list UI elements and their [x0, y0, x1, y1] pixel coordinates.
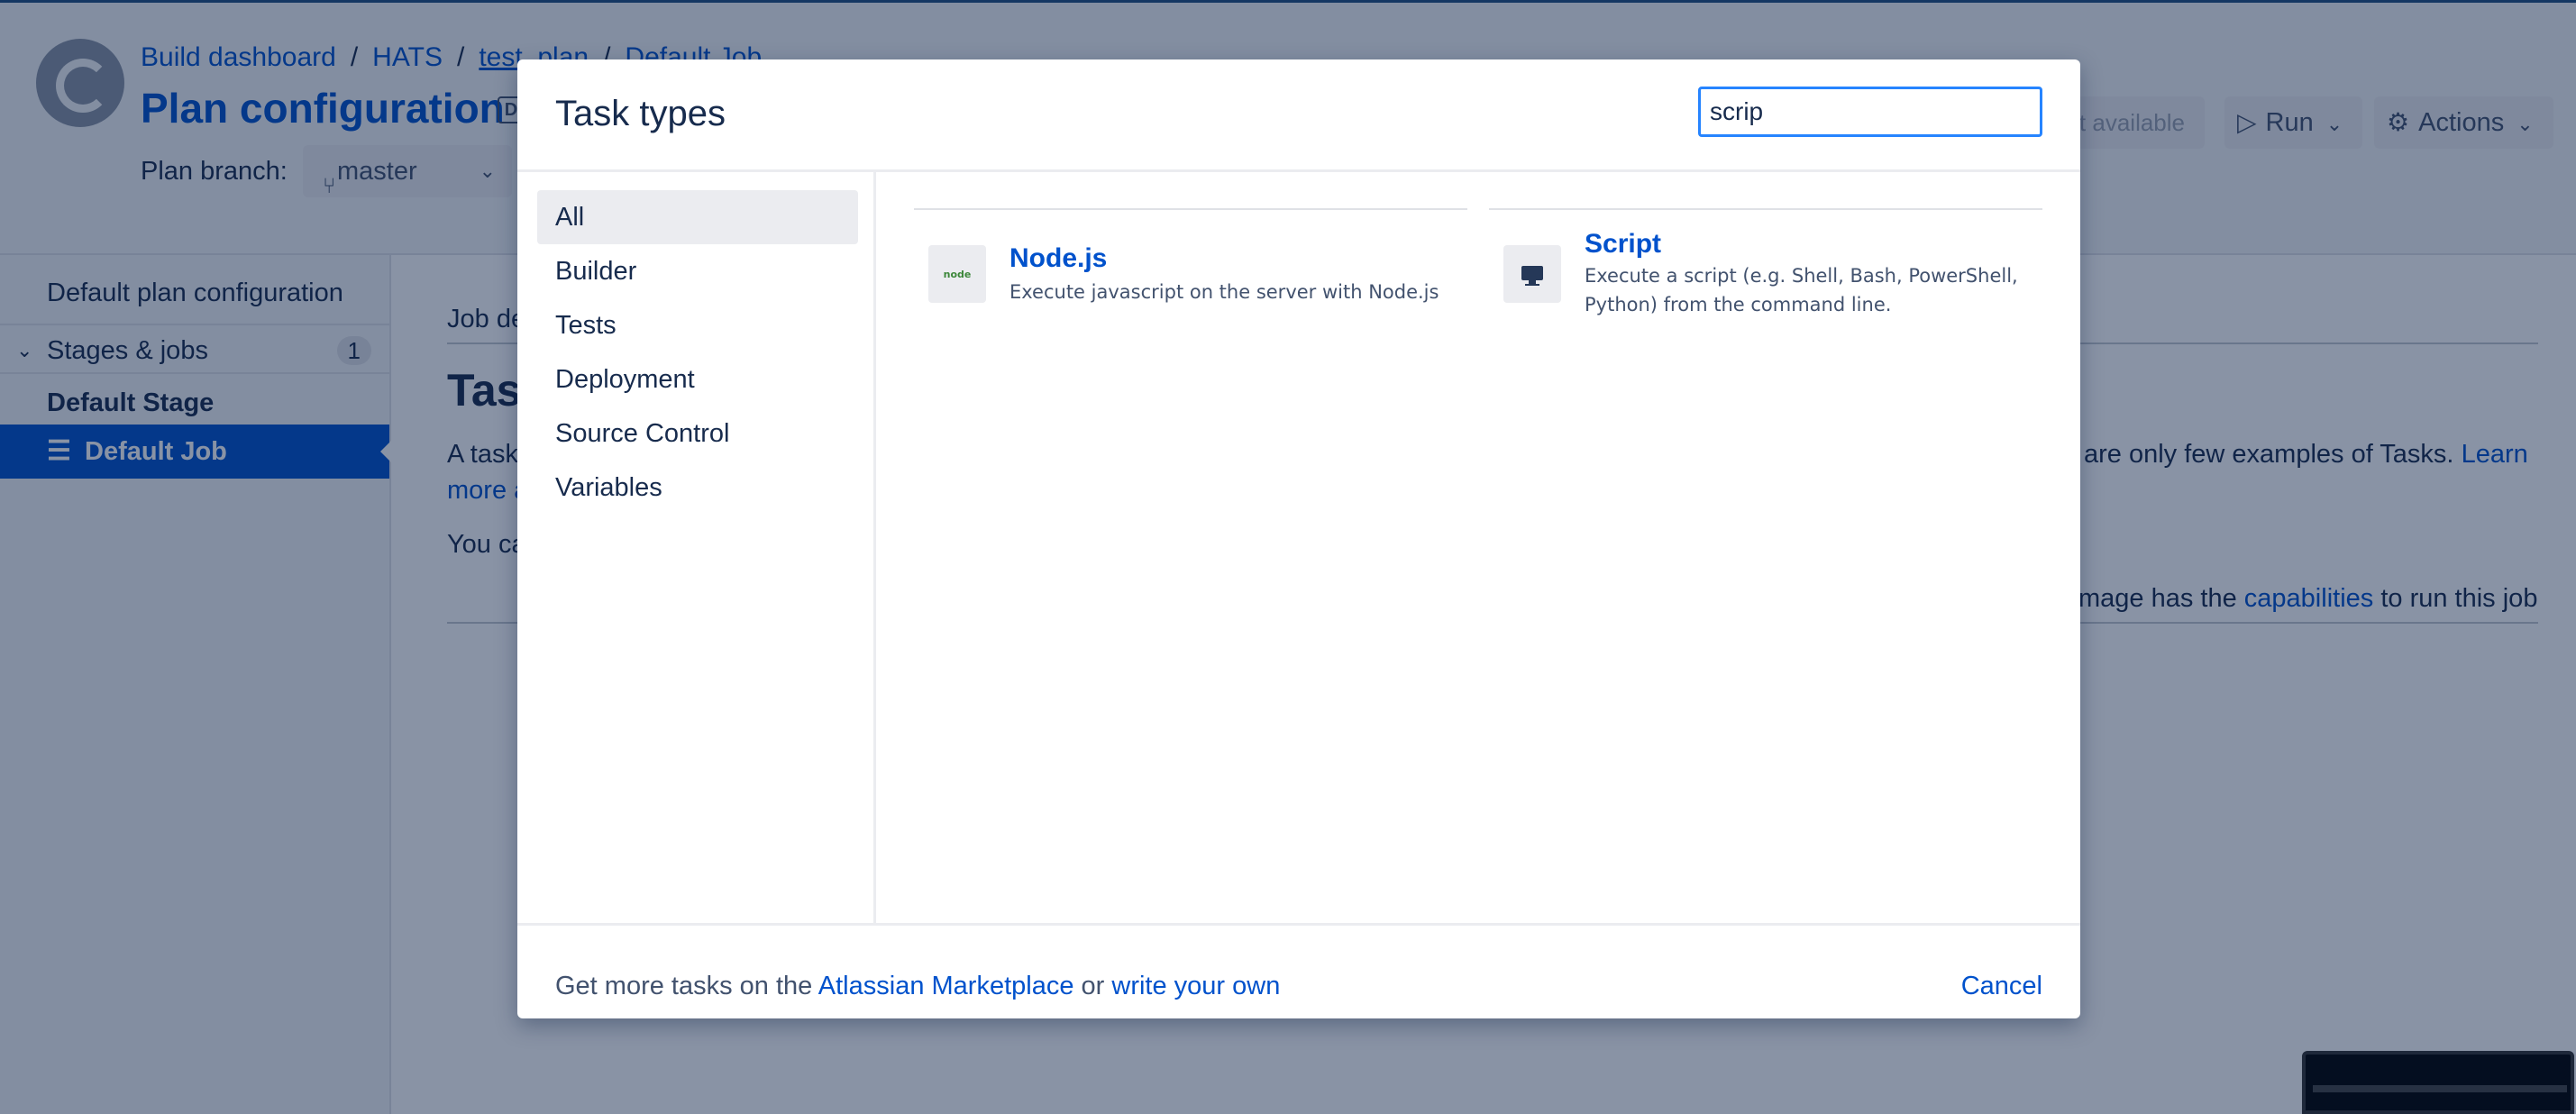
category-builder[interactable]: Builder	[537, 244, 858, 298]
column-divider-right	[1489, 208, 2042, 210]
dialog-title: Task types	[555, 94, 726, 133]
task-name-nodejs[interactable]: Node.js	[1009, 243, 1107, 274]
nodejs-logo-icon: node	[928, 245, 986, 303]
task-desc-script-line2: Python) from the command line.	[1585, 294, 1892, 315]
task-card-nodejs[interactable]: node Node.js Execute javascript on the s…	[928, 243, 1469, 317]
column-divider-left	[914, 208, 1467, 210]
cancel-button[interactable]: Cancel	[1961, 972, 2042, 1001]
category-source-control[interactable]: Source Control	[537, 406, 858, 461]
footer-text: Get more tasks on the Atlassian Marketpl…	[555, 972, 1281, 1000]
task-types-dialog: Task types All Builder Tests Deployment …	[517, 59, 2080, 1018]
terminal-monitor-icon	[1503, 245, 1561, 303]
task-search-input[interactable]	[1698, 87, 2042, 137]
task-desc-script-line1: Execute a script (e.g. Shell, Bash, Powe…	[1585, 265, 2018, 287]
svg-text:node: node	[944, 269, 972, 280]
category-all[interactable]: All	[537, 190, 858, 244]
write-your-own-link[interactable]: write your own	[1111, 972, 1280, 1000]
category-tests[interactable]: Tests	[537, 298, 858, 352]
category-variables[interactable]: Variables	[537, 461, 858, 515]
category-list: All Builder Tests Deployment Source Cont…	[517, 172, 876, 924]
task-desc-nodejs: Execute javascript on the server with No…	[1009, 281, 1439, 303]
footer-divider	[517, 923, 2080, 926]
task-name-script[interactable]: Script	[1585, 229, 1661, 260]
task-card-script[interactable]: Script Execute a script (e.g. Shell, Bas…	[1503, 229, 2044, 335]
atlassian-marketplace-link[interactable]: Atlassian Marketplace	[818, 972, 1074, 1000]
category-deployment[interactable]: Deployment	[537, 352, 858, 406]
